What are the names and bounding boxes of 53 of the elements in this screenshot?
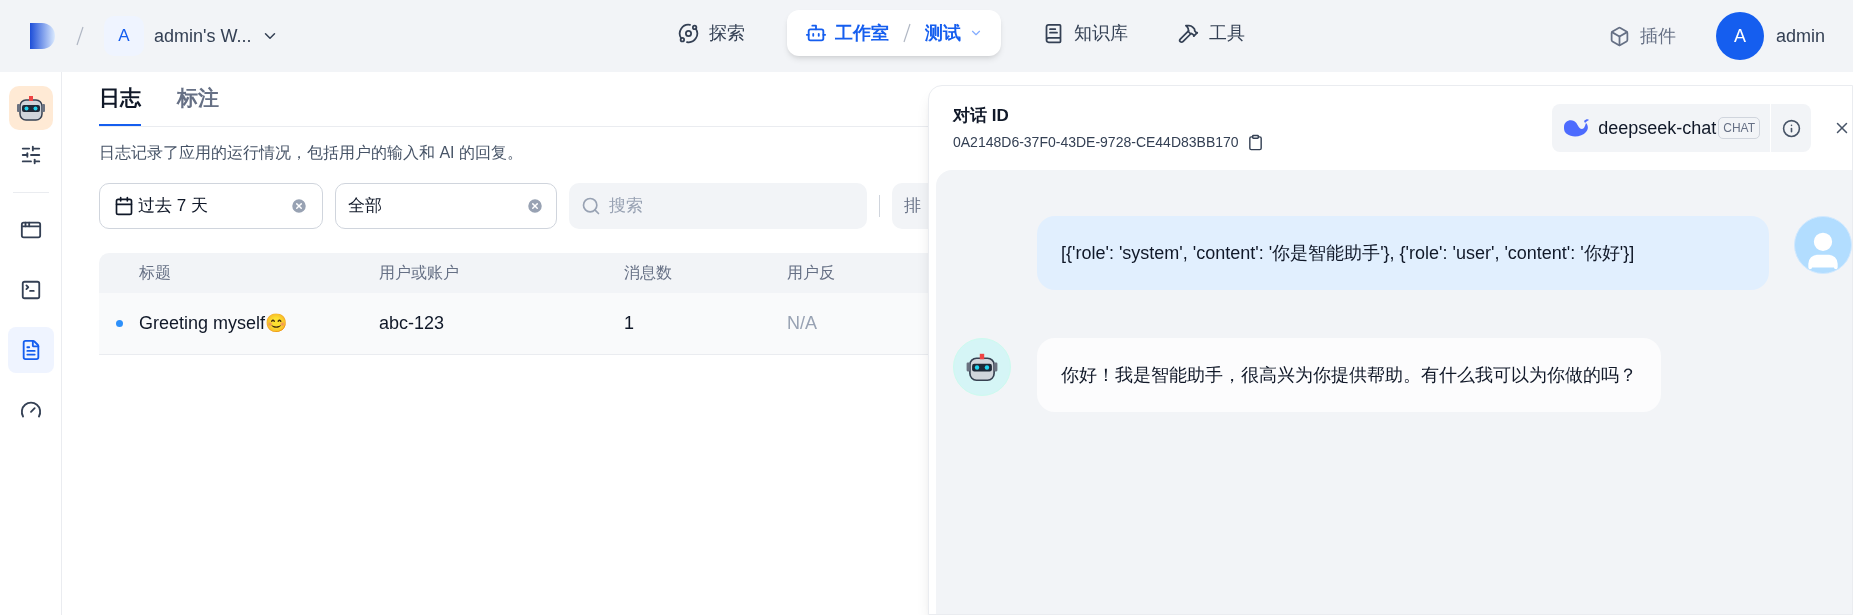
sidebar-item[interactable] [7,327,54,373]
breadcrumb-divider [76,26,84,46]
clipboard-icon[interactable] [1246,134,1264,152]
app-name: 测试 [925,21,961,45]
calendar-icon [114,195,134,216]
clear-icon[interactable] [290,196,308,215]
tab[interactable]: 日志 [99,82,141,126]
studio-tab[interactable]: 工作室 测试 [787,10,1001,56]
assistant-message: 你好！我是智能助手，很高兴为你提供帮助。有什么我可以为你做的吗？ [1037,338,1661,412]
studio-label: 工作室 [835,21,889,45]
planet-icon [678,22,699,44]
info-icon [1781,118,1801,138]
window-icon [19,219,42,241]
nav-tab[interactable]: 知识库 [1035,10,1136,56]
workspace-selector[interactable]: A admin's W... [104,16,280,56]
book-icon [1043,22,1064,44]
app-icon[interactable] [8,86,53,130]
whale-icon [1562,117,1591,139]
sliders-icon [19,144,42,166]
logo-icon[interactable] [28,21,56,51]
column-header: 标题 [139,263,171,281]
column-header: 消息数 [624,263,672,281]
tab[interactable]: 标注 [177,82,219,126]
description-text: 日志记录了应用的运行情况，包括用户的输入和 AI 的回复。 [99,142,524,163]
table-cell: N/A [787,312,817,333]
column-header: 用户反 [787,263,835,281]
table-cell: 1 [624,312,634,333]
nav-tab[interactable]: 工具 [1170,10,1253,56]
breadcrumb-divider [903,23,911,43]
table-cell: abc-123 [379,312,445,333]
status-select[interactable]: 全部 [335,182,557,229]
user-avatar[interactable]: A [1715,12,1764,60]
column-header: 用户或账户 [379,263,459,281]
date-range-select[interactable]: 过去 7 天 [99,182,323,229]
clear-icon[interactable] [526,196,544,215]
terminal-icon [19,279,42,301]
hammer-icon [1178,22,1199,44]
search-icon [581,195,601,216]
table-cell-text: Greeting myself😊 [139,311,288,335]
user-name: admin [1775,24,1825,48]
nav-tab[interactable]: 探索 [670,10,753,56]
user-message: [{'role': 'system', 'content': '你是智能助手'}, {'role': 'user', 'content': '你好'}] [1037,216,1769,290]
workspace-avatar: A [104,16,144,56]
robot-icon [805,22,827,44]
conversation-id: 0A2148D6-37F0-43DE-9728-CE44D83BB170 [953,133,1239,153]
sort-select[interactable]: 排 [892,182,928,229]
workspace-name: admin's W... [154,24,252,48]
model-name: deepseek-chat [1598,116,1717,140]
cube-icon [1608,25,1630,47]
plugins-button[interactable]: 插件 [1608,22,1676,50]
search-field[interactable]: 搜索 [569,182,867,229]
model-tag: CHAT [1718,117,1760,139]
panel-title: 对话 ID [953,104,1010,127]
